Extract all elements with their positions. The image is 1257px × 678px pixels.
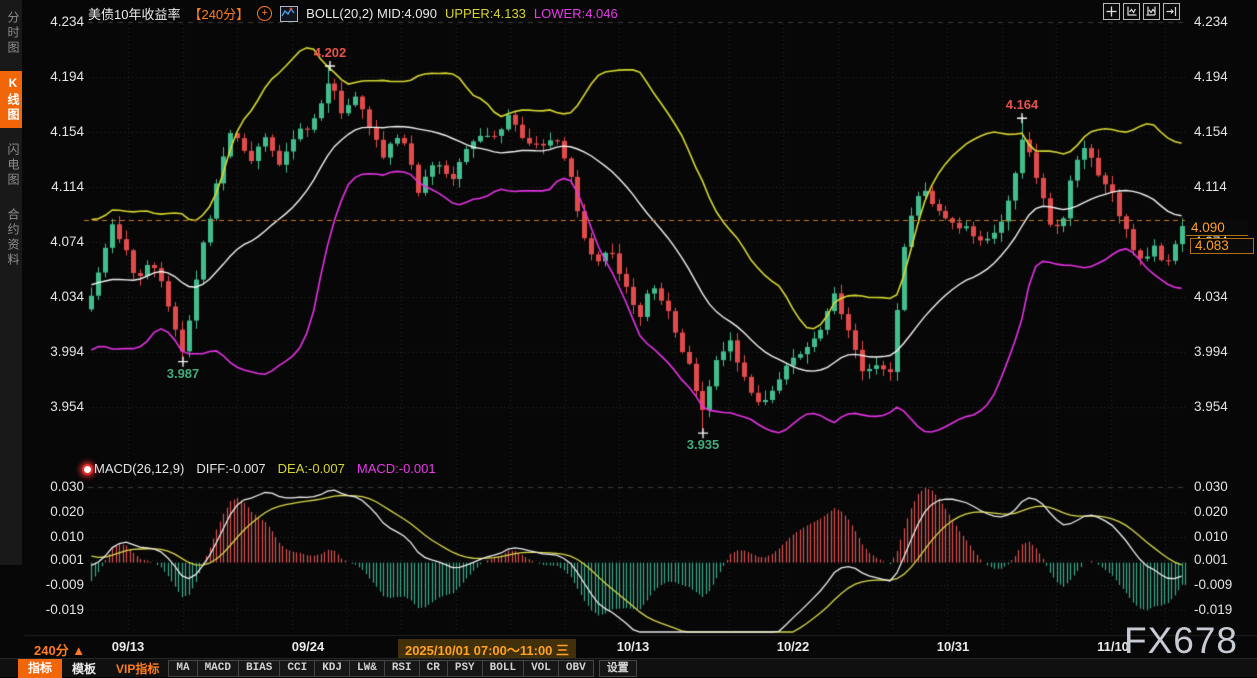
axis-tick: 0.010 (1194, 529, 1228, 544)
timeframe-selector[interactable]: 240分 ▲ (34, 640, 85, 659)
axis-scale-left-icon[interactable] (1123, 3, 1140, 20)
toolbar-item-BOLL[interactable]: BOLL (482, 660, 524, 677)
axis-tick: 0.020 (28, 504, 84, 519)
date-label: 09/24 (292, 639, 325, 654)
axis-tick: 0.020 (1194, 504, 1228, 519)
date-label: 10/22 (777, 639, 810, 654)
toolbar-item-LW&[interactable]: LW& (349, 660, 385, 677)
close-price-tag: 4.083 (1190, 238, 1254, 254)
indicator-toolbar: 指标模板VIP指标MAMACDBIASCCIKDJLW&RSICRPSYBOLL… (0, 658, 1257, 677)
axis-tick: 0.010 (28, 529, 84, 544)
macd-diff-value: DIFF:-0.007 (196, 461, 265, 476)
macd-label-row: MACD(26,12,9) DIFF:-0.007 DEA:-0.007 MAC… (94, 461, 436, 476)
last-price-tag: 4.090 (1186, 220, 1248, 236)
chart-header: 美债10年收益率 【240分】 + BOLL(20,2) MID:4.090 U… (88, 4, 618, 23)
left-macd-axis: 0.030 0.020 0.010 0.001 -0.009 -0.019 (28, 0, 84, 677)
period-label: 【240分】 (188, 4, 249, 23)
candlestick-chart-canvas[interactable] (0, 0, 1257, 677)
right-macd-axis: 0.030 0.020 0.010 0.001 -0.009 -0.019 (1194, 0, 1256, 677)
window-controls (1103, 3, 1180, 20)
axis-tick: -0.009 (28, 577, 84, 592)
boll-upper-value: UPPER:4.133 (445, 6, 526, 21)
toolbar-item-模板[interactable]: 模板 (62, 659, 106, 678)
annotation-low: 3.935 (687, 437, 720, 452)
date-label: 10/31 (937, 639, 970, 654)
toolbar-item-MA[interactable]: MA (168, 660, 197, 677)
axis-tick: -0.019 (1194, 602, 1232, 617)
axis-tick: -0.009 (1194, 577, 1232, 592)
toolbar-item-CCI[interactable]: CCI (279, 660, 315, 677)
toolbar-item-OBV[interactable]: OBV (558, 660, 594, 677)
toolbar-item-VIP指标[interactable]: VIP指标 (106, 659, 169, 678)
annotation-low: 3.987 (167, 366, 200, 381)
axis-tick: 0.001 (1194, 552, 1228, 567)
fx678-watermark: FX678 (1124, 620, 1238, 662)
toolbar-item-BIAS[interactable]: BIAS (238, 660, 280, 677)
signal-dot-icon (82, 464, 93, 475)
macd-dea-value: DEA:-0.007 (278, 461, 345, 476)
macd-params: MACD(26,12,9) (94, 461, 184, 476)
toolbar-item-PSY[interactable]: PSY (447, 660, 483, 677)
axis-tick: 0.001 (28, 552, 84, 567)
add-indicator-icon[interactable]: + (257, 6, 272, 21)
boll-lower-value: LOWER:4.046 (534, 6, 618, 21)
sidebar: 分时图 K线图闪电图合约资料 (0, 0, 22, 565)
toolbar-item-设置[interactable]: 设置 (599, 660, 637, 677)
instrument-title: 美债10年收益率 (88, 4, 180, 23)
chart-application: 分时图 K线图闪电图合约资料 美债10年收益率 【240分】 + BOLL(20,… (0, 0, 1257, 677)
axis-tick: 0.030 (1194, 479, 1228, 494)
indicator-chart-icon[interactable] (280, 6, 298, 22)
sidebar-tab-2[interactable]: K线图 (0, 71, 22, 128)
toolbar-item-指标[interactable]: 指标 (18, 659, 62, 678)
boll-mid-value: BOLL(20,2) MID:4.090 (306, 6, 437, 21)
sidebar-tab-3[interactable]: 闪电图 (0, 138, 22, 193)
date-label: 09/13 (112, 639, 145, 654)
toolbar-item-CR[interactable]: CR (419, 660, 448, 677)
toolbar-item-VOL[interactable]: VOL (523, 660, 559, 677)
macd-macd-value: MACD:-0.001 (357, 461, 436, 476)
shift-right-icon[interactable] (1163, 3, 1180, 20)
annotation-high: 4.202 (314, 45, 347, 60)
sidebar-tab-1[interactable]: 分时图 (0, 6, 22, 61)
toolbar-item-MACD[interactable]: MACD (197, 660, 239, 677)
toolbar-item-KDJ[interactable]: KDJ (314, 660, 350, 677)
current-bar-time-label: 2025/10/01 07:00～11:00 三 (398, 639, 576, 660)
toolbar-item-RSI[interactable]: RSI (384, 660, 420, 677)
axis-scale-right-icon[interactable] (1143, 3, 1160, 20)
crosshair-move-icon[interactable] (1103, 3, 1120, 20)
axis-tick: -0.019 (28, 602, 84, 617)
date-label: 10/13 (617, 639, 650, 654)
sidebar-tab-4[interactable]: 合约资料 (0, 203, 22, 273)
annotation-high: 4.164 (1006, 97, 1039, 112)
axis-tick: 0.030 (28, 479, 84, 494)
